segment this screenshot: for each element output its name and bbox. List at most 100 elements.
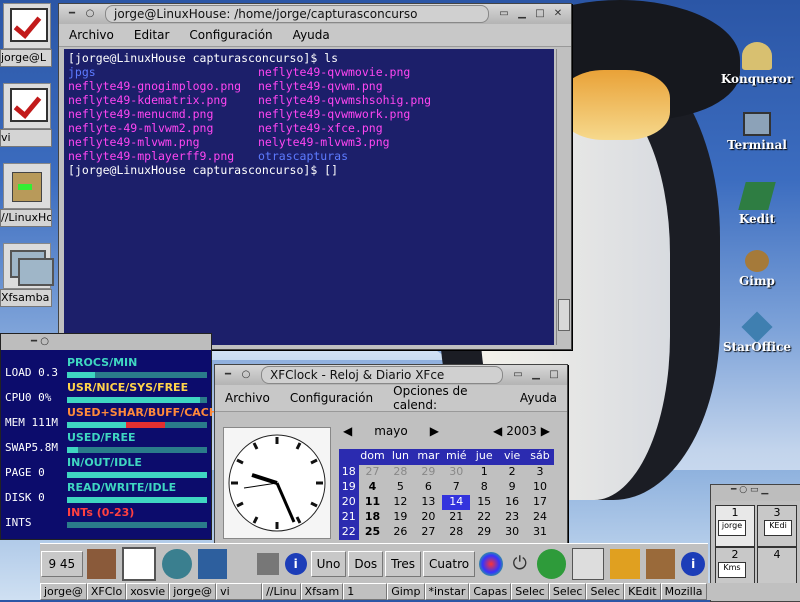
menu-configuracion[interactable]: Configuración <box>179 28 282 42</box>
launcher-terminal[interactable]: jorge@L <box>0 0 52 67</box>
calendar-day[interactable]: 28 <box>386 465 414 480</box>
next-month-icon[interactable]: ▶ <box>426 424 443 438</box>
prev-year-icon[interactable]: ◀ <box>489 424 506 438</box>
desktop-icon-terminal[interactable]: Terminal <box>712 112 800 152</box>
desk-button-dos[interactable]: Dos <box>348 551 384 577</box>
calendar-day[interactable]: 20 <box>414 510 442 525</box>
terminal-scrollbar[interactable] <box>556 49 570 345</box>
calendar-day-selected[interactable]: 14 <box>442 495 471 510</box>
calendar-day[interactable]: 10 <box>526 480 554 495</box>
calendar-day[interactable]: 2 <box>498 465 526 480</box>
panel-clock[interactable]: 9 45 <box>41 551 83 577</box>
xfclock-titlebar[interactable]: ━ ○ XFClock - Reloj & Diario XFce ▭ ▁ □ <box>215 365 567 385</box>
calendar-day[interactable]: 22 <box>470 510 498 525</box>
terminal-output[interactable]: [jorge@LinuxHouse capturasconcurso]$ ls … <box>64 49 554 345</box>
terminal-titlebar[interactable]: ━ ○ jorge@LinuxHouse: /home/jorge/captur… <box>59 4 571 24</box>
calendar-day[interactable]: 16 <box>498 495 526 510</box>
calendar-day[interactable]: 23 <box>498 510 526 525</box>
settings-icon[interactable] <box>162 549 192 579</box>
package-icon[interactable] <box>645 549 676 579</box>
menu-opciones[interactable]: Opciones de calend: <box>383 384 510 412</box>
calendar-day[interactable]: 18 <box>359 510 387 525</box>
calendar-day[interactable]: 13 <box>414 495 442 510</box>
task-button[interactable]: Selec <box>511 583 549 600</box>
shade-icon[interactable]: ▭ <box>512 369 524 381</box>
window-menu-icon[interactable]: ━ <box>222 369 234 381</box>
calendar-day[interactable]: 9 <box>498 480 526 495</box>
desktop-icon-kedit[interactable]: Kedit <box>712 182 800 226</box>
recycle-icon[interactable] <box>536 549 567 579</box>
task-button[interactable]: jorge@ <box>40 583 87 600</box>
calendar-day[interactable]: 30 <box>498 525 526 540</box>
shade-icon[interactable]: ▭ <box>498 8 510 20</box>
launcher-xfsamba[interactable]: Xfsamba <box>0 240 54 307</box>
launcher-vi[interactable]: vi <box>0 80 52 147</box>
archive-icon[interactable] <box>86 549 117 579</box>
power-icon[interactable]: ⏻ <box>509 553 531 575</box>
task-button[interactable]: KEdit <box>624 583 661 600</box>
calendar-day[interactable]: 8 <box>470 480 498 495</box>
task-button[interactable]: vi <box>216 583 263 600</box>
task-button[interactable]: Gimp <box>387 583 425 600</box>
task-button[interactable]: Xfsam <box>300 583 344 600</box>
menu-ayuda[interactable]: Ayuda <box>283 28 340 42</box>
calendar-day[interactable]: 27 <box>359 465 387 480</box>
task-button[interactable]: Selec <box>586 583 625 600</box>
calendar-day[interactable]: 3 <box>526 465 554 480</box>
task-button[interactable]: *instar <box>424 583 470 600</box>
calendar-day[interactable]: 29 <box>470 525 498 540</box>
calendar-day[interactable]: 1 <box>470 465 498 480</box>
lock-icon[interactable] <box>257 553 279 575</box>
task-button[interactable]: xosvie <box>126 583 170 600</box>
minimize-icon[interactable]: ▁ <box>530 369 542 381</box>
task-button[interactable]: Mozilla <box>660 583 707 600</box>
desk-button-cuatro[interactable]: Cuatro <box>423 551 476 577</box>
task-button[interactable]: jorge@ <box>169 583 217 600</box>
calendar-day[interactable]: 19 <box>386 510 414 525</box>
palette-icon[interactable] <box>479 552 503 576</box>
stick-icon[interactable]: ○ <box>84 8 96 20</box>
stick-icon[interactable]: ○ <box>240 369 252 381</box>
help-icon[interactable]: i <box>681 552 706 576</box>
calendar-day[interactable]: 7 <box>442 480 470 495</box>
monitor-titlebar[interactable]: ━ ○ <box>1 334 211 350</box>
menu-ayuda[interactable]: Ayuda <box>510 391 567 405</box>
calendar-day[interactable]: 11 <box>359 495 387 510</box>
task-button[interactable]: 1 <box>343 583 388 600</box>
next-year-icon[interactable]: ▶ <box>537 424 554 438</box>
calendar-day[interactable]: 12 <box>386 495 414 510</box>
desktop-icon-gimp[interactable]: Gimp <box>712 250 800 288</box>
calendar-day[interactable]: 4 <box>359 480 387 495</box>
close-icon[interactable]: ✕ <box>552 8 564 20</box>
desk-button-uno[interactable]: Uno <box>310 551 347 577</box>
calendar-grid[interactable]: dom lun mar mié jue vie sáb 18 27 28 29 … <box>339 449 554 540</box>
pager-desk-3[interactable]: 3 KEdi <box>757 505 797 547</box>
menu-configuracion[interactable]: Configuración <box>280 391 383 405</box>
calendar-day[interactable]: 28 <box>442 525 470 540</box>
prev-month-icon[interactable]: ◀ <box>339 424 356 438</box>
printer-icon[interactable] <box>572 548 604 580</box>
task-button[interactable]: XFClo <box>86 583 127 600</box>
desktop-icon-konqueror[interactable]: Konqueror <box>712 42 800 86</box>
calendar-day[interactable]: 25 <box>359 525 387 540</box>
minimize-icon[interactable]: ▁ <box>516 8 528 20</box>
launcher-filemanager[interactable]: //LinuxHo <box>0 160 52 227</box>
editor-icon[interactable] <box>609 549 640 579</box>
check-icon[interactable] <box>122 547 157 581</box>
pager-titlebar[interactable]: ━ ○ ▭ ▁ <box>711 485 800 501</box>
desk-button-tres[interactable]: Tres <box>385 551 422 577</box>
task-button[interactable]: //Linu <box>262 583 301 600</box>
scrollbar-thumb[interactable] <box>558 299 570 331</box>
pager-desk-1[interactable]: 1 jorge <box>715 505 755 547</box>
maximize-icon[interactable]: □ <box>534 8 546 20</box>
task-button[interactable]: Selec <box>548 583 587 600</box>
maximize-icon[interactable]: □ <box>548 369 560 381</box>
calendar-day[interactable]: 21 <box>442 510 470 525</box>
terminal-window[interactable]: ━ ○ jorge@LinuxHouse: /home/jorge/captur… <box>58 3 572 350</box>
menu-archivo[interactable]: Archivo <box>59 28 124 42</box>
window-menu-icon[interactable]: ━ <box>66 8 78 20</box>
desktop-icon-staroffice[interactable]: StarOffice <box>712 311 800 354</box>
calendar-day[interactable]: 6 <box>414 480 442 495</box>
calendar-day[interactable]: 17 <box>526 495 554 510</box>
xfclock-window[interactable]: ━ ○ XFClock - Reloj & Diario XFce ▭ ▁ □ … <box>214 364 568 544</box>
